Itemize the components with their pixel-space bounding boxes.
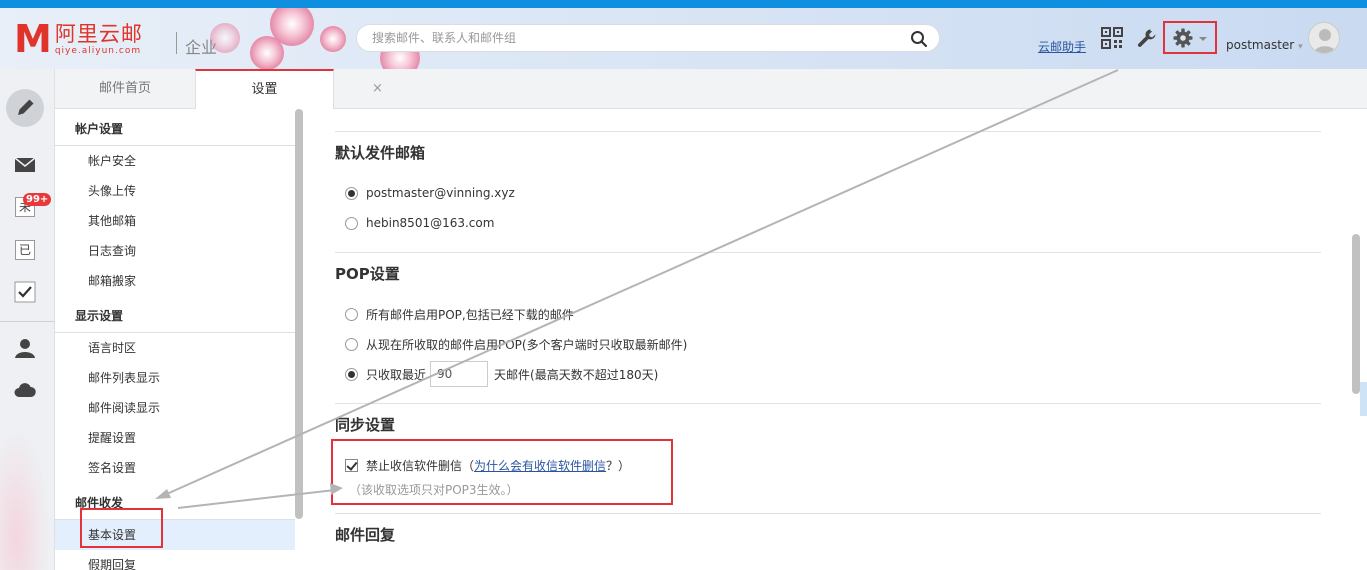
nav-item-signature-settings[interactable]: 签名设置 bbox=[55, 453, 295, 483]
content-scrollbar-thumb[interactable] bbox=[1352, 234, 1360, 394]
nav-item-mailbox-migration[interactable]: 邮箱搬家 bbox=[55, 266, 295, 296]
radio-button[interactable] bbox=[345, 186, 358, 200]
nav-item-vacation-reply[interactable]: 假期回复 bbox=[55, 550, 295, 570]
logo-subtitle: 企业 bbox=[185, 38, 218, 57]
todo-check-icon[interactable] bbox=[14, 281, 36, 303]
nav-item-reminder-settings[interactable]: 提醒设置 bbox=[55, 423, 295, 453]
sync-delete-option[interactable]: 禁止收信软件删信（ 为什么会有收信软件删信 ？） bbox=[345, 457, 630, 473]
content-scrollbar[interactable] bbox=[1350, 109, 1367, 570]
option-label: 从现在所收取的邮件启用POP(多个客户端时只收取最新邮件) bbox=[366, 337, 688, 352]
wrench-icon[interactable] bbox=[1136, 27, 1158, 49]
nav-item-mail-read-display[interactable]: 邮件阅读显示 bbox=[55, 393, 295, 423]
option-label-tail: ？） bbox=[606, 458, 631, 473]
option-label: hebin8501@163.com bbox=[366, 216, 495, 230]
logo-domain: qiye.aliyun.com bbox=[54, 46, 142, 56]
section-divider bbox=[335, 252, 1321, 253]
nav-item-other-mailbox[interactable]: 其他邮箱 bbox=[55, 206, 295, 236]
pop-settings-title: POP设置 bbox=[335, 265, 400, 283]
nav-item-account-security[interactable]: 帐户安全 bbox=[55, 146, 295, 176]
tab-mail-home[interactable]: 邮件首页 bbox=[55, 69, 195, 109]
section-divider bbox=[335, 403, 1321, 404]
option-label: 所有邮件启用POP,包括已经下载的邮件 bbox=[366, 307, 574, 322]
pop-option-all[interactable]: 所有邮件启用POP,包括已经下载的邮件 bbox=[345, 306, 574, 322]
username: postmaster bbox=[1226, 38, 1295, 52]
option-label: 禁止收信软件删信（ bbox=[366, 458, 475, 473]
sync-settings-title: 同步设置 bbox=[335, 416, 396, 434]
option-label: postmaster@vinning.xyz bbox=[366, 186, 515, 200]
logo-divider bbox=[176, 32, 177, 54]
search-bar[interactable] bbox=[356, 24, 940, 52]
default-sender-option-1[interactable]: postmaster@vinning.xyz bbox=[345, 185, 515, 201]
nav-item-log-query[interactable]: 日志查询 bbox=[55, 236, 295, 266]
chevron-down-icon: ▾ bbox=[1298, 42, 1303, 52]
radio-button[interactable] bbox=[345, 216, 358, 230]
side-tab[interactable] bbox=[1360, 382, 1367, 416]
left-rail: 未 99+ 已 bbox=[0, 69, 55, 570]
settings-nav: 帐户设置 帐户安全 头像上传 其他邮箱 日志查询 邮箱搬家 显示设置 语言时区 … bbox=[55, 109, 295, 570]
basic-settings-highlight-box bbox=[80, 508, 163, 548]
default-sender-title: 默认发件邮箱 bbox=[335, 144, 426, 162]
why-delete-link[interactable]: 为什么会有收信软件删信 bbox=[474, 457, 606, 474]
recent-days-input[interactable] bbox=[430, 361, 489, 387]
sync-hint: （该收取选项只对POP3生效。） bbox=[349, 483, 519, 497]
app-header: M 阿里云邮 qiye.aliyun.com 企业 云邮助手 bbox=[0, 8, 1367, 69]
top-strip bbox=[0, 0, 1367, 8]
contacts-icon[interactable] bbox=[14, 337, 36, 359]
default-sender-option-2[interactable]: hebin8501@163.com bbox=[345, 215, 494, 231]
nav-section-display: 显示设置 bbox=[75, 309, 124, 323]
chevron-down-icon[interactable] bbox=[1199, 36, 1207, 42]
user-silhouette-icon bbox=[1314, 29, 1336, 53]
compose-button[interactable] bbox=[6, 89, 44, 127]
rail-divider bbox=[0, 321, 54, 322]
pop-option-from-now[interactable]: 从现在所收取的邮件启用POP(多个客户端时只收取最新邮件) bbox=[345, 336, 687, 352]
close-icon[interactable]: × bbox=[372, 69, 383, 109]
radio-button[interactable] bbox=[345, 367, 358, 381]
nav-item-mail-list-display[interactable]: 邮件列表显示 bbox=[55, 363, 295, 393]
pencil-icon bbox=[18, 99, 34, 115]
logo-title: 阿里云邮 bbox=[54, 22, 143, 46]
logo[interactable]: M 阿里云邮 qiye.aliyun.com bbox=[14, 17, 143, 61]
search-input[interactable] bbox=[372, 31, 892, 45]
tab-bar: 邮件首页 设置 × bbox=[55, 69, 1367, 110]
radio-button[interactable] bbox=[345, 307, 358, 321]
rail-blossom-decoration bbox=[0, 410, 54, 570]
nav-scrollbar[interactable] bbox=[295, 109, 305, 570]
section-divider bbox=[335, 131, 1321, 132]
avatar[interactable] bbox=[1308, 22, 1340, 54]
radio-button[interactable] bbox=[345, 337, 358, 351]
tab-settings[interactable]: 设置 bbox=[195, 69, 334, 110]
section-divider bbox=[335, 513, 1321, 514]
settings-content: 默认发件邮箱 postmaster@vinning.xyz hebin8501@… bbox=[305, 109, 1350, 570]
nav-scrollbar-thumb[interactable] bbox=[295, 109, 303, 519]
username-menu[interactable]: postmaster ▾ bbox=[1226, 38, 1303, 52]
unread-badge: 99+ bbox=[23, 193, 52, 206]
cloud-icon[interactable] bbox=[14, 379, 36, 401]
checkbox[interactable] bbox=[345, 458, 358, 472]
logo-mark: M bbox=[14, 17, 52, 61]
mail-reply-title: 邮件回复 bbox=[335, 526, 396, 544]
nav-section-account: 帐户设置 bbox=[75, 122, 124, 136]
mail-icon[interactable] bbox=[14, 154, 36, 176]
nav-item-language-timezone[interactable]: 语言时区 bbox=[55, 333, 295, 363]
option-label: 天邮件(最高天数不超过180天) bbox=[494, 367, 659, 382]
pop-option-recent[interactable]: 只收取最近 天邮件(最高天数不超过180天) bbox=[345, 361, 659, 387]
gear-icon[interactable] bbox=[1172, 27, 1194, 49]
search-icon[interactable] bbox=[910, 30, 928, 48]
read-icon[interactable]: 已 bbox=[15, 240, 35, 260]
mail-assistant-link[interactable]: 云邮助手 bbox=[1038, 38, 1086, 55]
qr-code-icon[interactable] bbox=[1101, 27, 1123, 49]
option-label: 只收取最近 bbox=[366, 367, 427, 382]
nav-item-avatar-upload[interactable]: 头像上传 bbox=[55, 176, 295, 206]
